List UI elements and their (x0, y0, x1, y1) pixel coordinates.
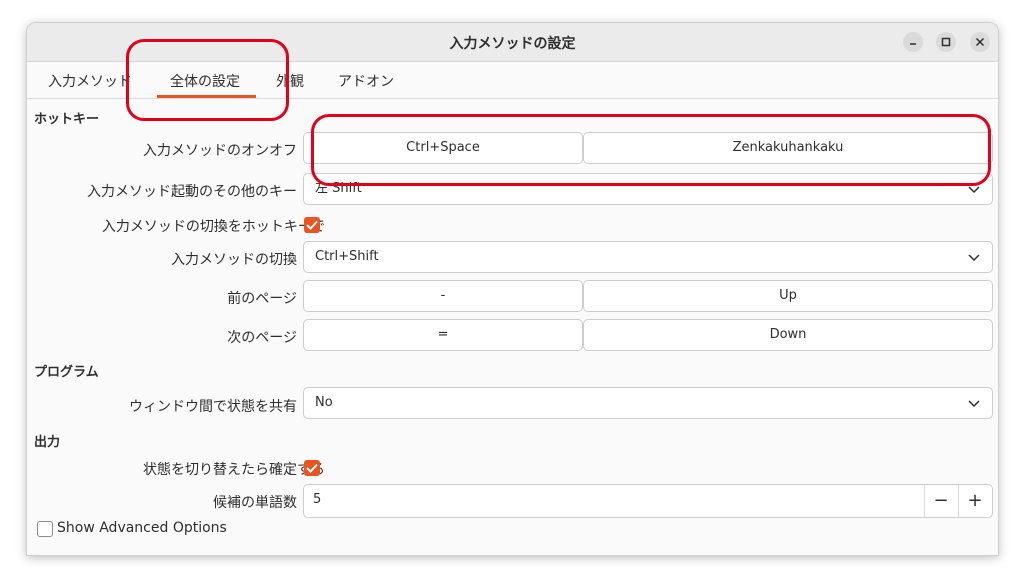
activate-other-label: 入力メソッド起動のその他のキー (87, 184, 297, 200)
chevron-down-icon (968, 400, 980, 408)
candidate-count-spinner[interactable]: 5 − + (303, 484, 993, 518)
chevron-down-icon (968, 254, 980, 262)
prev-page-key1-button[interactable]: - (303, 280, 583, 312)
activate-other-value: 左 Shift (315, 181, 362, 196)
advanced-options-label[interactable]: Show Advanced Options (57, 520, 227, 536)
active-tab-indicator (157, 95, 256, 98)
prev-page-key2-button[interactable]: Up (583, 280, 993, 312)
tab-addons[interactable]: アドオン (338, 71, 394, 91)
candidate-count-value[interactable]: 5 (313, 492, 321, 507)
minimize-button[interactable] (903, 32, 923, 52)
candidate-count-label: 候補の単語数 (213, 495, 297, 511)
share-state-value: No (315, 395, 333, 410)
window-title: 入力メソッドの設定 (449, 36, 576, 52)
checkmark-icon (306, 463, 318, 473)
switch-select[interactable]: Ctrl+Shift (303, 241, 993, 273)
decrement-button[interactable]: − (926, 490, 956, 511)
activate-other-select[interactable]: 左 Shift (303, 173, 993, 205)
chevron-down-icon (968, 186, 980, 194)
tab-input-methods[interactable]: 入力メソッド (48, 71, 132, 91)
share-state-label: ウィンドウ間で状態を共有 (129, 399, 297, 415)
spinner-divider (924, 485, 925, 517)
maximize-button[interactable] (936, 32, 956, 52)
commit-on-switch-label: 状態を切り替えたら確定する (143, 462, 325, 478)
tab-bar: 入力メソッド 全体の設定 外観 アドオン (27, 62, 998, 99)
toggle-key2-button[interactable]: Zenkakuhankaku (583, 132, 993, 164)
close-icon (975, 37, 985, 47)
section-program: プログラム (34, 365, 99, 380)
tab-appearance[interactable]: 外観 (276, 71, 304, 91)
minimize-icon (910, 43, 916, 45)
section-output: 出力 (34, 435, 61, 450)
next-page-key2-button[interactable]: Down (583, 319, 993, 351)
tab-global-settings[interactable]: 全体の設定 (170, 71, 240, 91)
switch-with-hotkey-checkbox[interactable] (304, 217, 320, 233)
toggle-label: 入力メソッドのオンオフ (143, 143, 297, 159)
prev-page-label: 前のページ (227, 291, 297, 307)
spinner-divider (958, 485, 959, 517)
title-bar[interactable]: 入力メソッドの設定 (27, 23, 998, 62)
advanced-options-checkbox[interactable] (37, 521, 53, 537)
next-page-key1-button[interactable]: = (303, 319, 583, 351)
section-hotkey: ホットキー (34, 112, 100, 127)
share-state-select[interactable]: No (303, 387, 993, 419)
toggle-key1-button[interactable]: Ctrl+Space (303, 132, 583, 164)
switch-with-hotkey-label: 入力メソッドの切換をホットキーで (101, 219, 325, 235)
increment-button[interactable]: + (960, 490, 990, 511)
settings-window: 入力メソッドの設定 入力メソッド 全体の設定 外観 アドオン ホットキー 入力メ… (26, 22, 999, 556)
checkmark-icon (306, 220, 318, 230)
switch-value: Ctrl+Shift (315, 249, 379, 264)
next-page-label: 次のページ (227, 330, 297, 346)
close-button[interactable] (970, 32, 990, 52)
commit-on-switch-checkbox[interactable] (304, 460, 320, 476)
switch-label: 入力メソッドの切換 (171, 252, 297, 268)
maximize-icon (941, 37, 951, 47)
